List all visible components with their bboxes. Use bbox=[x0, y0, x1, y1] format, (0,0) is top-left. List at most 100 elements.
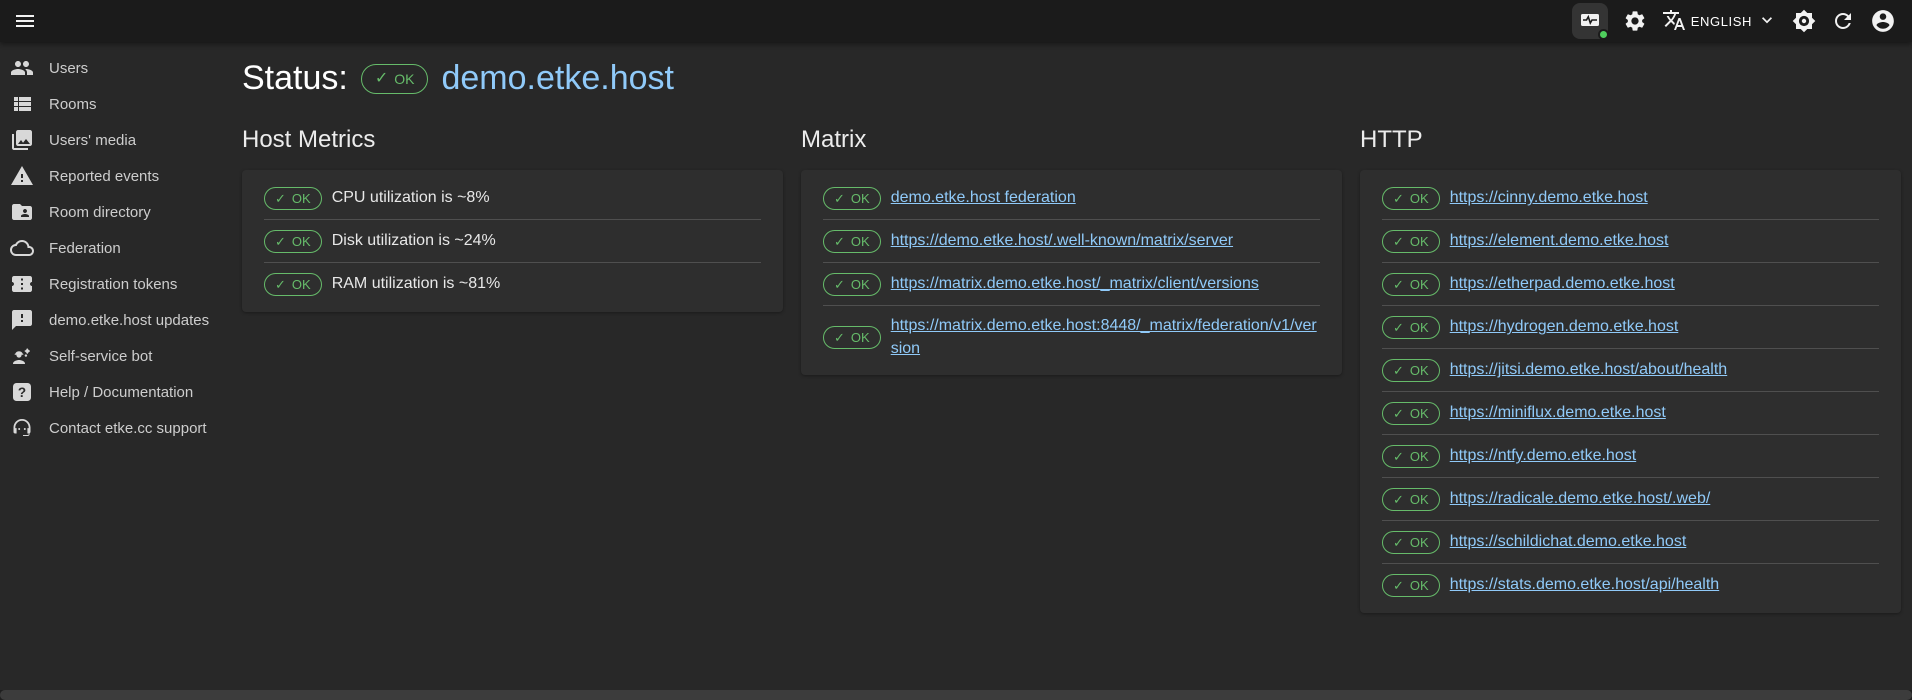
sidebar-item-users-media[interactable]: Users' media bbox=[0, 122, 242, 158]
sidebar-item-federation[interactable]: Federation bbox=[0, 230, 242, 266]
folder-shared-icon bbox=[10, 200, 34, 224]
sidebar-item-reported-events[interactable]: Reported events bbox=[0, 158, 242, 194]
check-row: ✓OKCPU utilization is ~8% bbox=[242, 177, 783, 219]
check-link[interactable]: https://hydrogen.demo.etke.host bbox=[1450, 315, 1679, 338]
sidebar-item-demo-etke-host-updates[interactable]: demo.etke.host updates bbox=[0, 302, 242, 338]
sidebar-item-help-documentation[interactable]: ?Help / Documentation bbox=[0, 374, 242, 410]
settings-gear-icon[interactable] bbox=[1623, 9, 1647, 33]
horizontal-scrollbar bbox=[0, 690, 1912, 700]
sidebar-item-label: demo.etke.host updates bbox=[49, 312, 209, 329]
section-title: Host Metrics bbox=[242, 124, 783, 156]
ok-badge: ✓OK bbox=[1382, 574, 1440, 597]
check-link[interactable]: https://jitsi.demo.etke.host/about/healt… bbox=[1450, 358, 1728, 381]
check-row: ✓OK https://ntfy.demo.etke.host bbox=[1360, 435, 1901, 477]
ok-badge-label: OK bbox=[851, 234, 870, 249]
sidebar-item-label: Self-service bot bbox=[49, 348, 152, 365]
check-row: ✓ OK https://cinny.demo.etke.host bbox=[1360, 177, 1901, 219]
help-icon: ? bbox=[10, 380, 34, 404]
ok-badge: ✓OK bbox=[1382, 488, 1440, 511]
check-icon: ✓ bbox=[1393, 192, 1404, 205]
check-icon: ✓ bbox=[1393, 536, 1404, 549]
check-link[interactable]: https://miniflux.demo.etke.host bbox=[1450, 401, 1666, 424]
sidebar-item-registration-tokens[interactable]: Registration tokens bbox=[0, 266, 242, 302]
svg-text:?: ? bbox=[18, 385, 26, 400]
ok-badge-label: OK bbox=[292, 277, 311, 292]
ok-badge-label: OK bbox=[1410, 320, 1429, 335]
chevron-down-icon bbox=[1757, 10, 1777, 33]
account-icon[interactable] bbox=[1870, 8, 1896, 34]
check-row: ✓OKRAM utilization is ~81% bbox=[242, 263, 783, 305]
check-link[interactable]: https://element.demo.etke.host bbox=[1450, 229, 1669, 252]
section-http: HTTP ✓OKhttps://cinny.demo.etke.host✓OKh… bbox=[1360, 124, 1901, 613]
ok-badge-label: OK bbox=[851, 191, 870, 206]
sidebar-item-rooms[interactable]: Rooms bbox=[0, 86, 242, 122]
sidebar-item-label: Registration tokens bbox=[49, 276, 177, 293]
ok-badge: ✓OK bbox=[1382, 445, 1440, 468]
sidebar-item-label: Reported events bbox=[49, 168, 159, 185]
check-link[interactable]: https://demo.etke.host/.well-known/matri… bbox=[891, 229, 1233, 252]
people-icon bbox=[10, 56, 34, 80]
ok-badge-label: OK bbox=[1410, 234, 1429, 249]
check-text: Disk utilization is ~24% bbox=[332, 232, 496, 250]
check-icon: ✓ bbox=[375, 71, 388, 87]
sidebar-item-label: Users' media bbox=[49, 132, 136, 149]
check-link[interactable]: https://cinny.demo.etke.host bbox=[1450, 186, 1648, 209]
warning-icon bbox=[10, 164, 34, 188]
ok-badge: ✓ OK bbox=[1382, 230, 1440, 253]
theme-brightness-icon[interactable] bbox=[1792, 9, 1816, 33]
sidebar-item-contact-etke-cc-support[interactable]: Contact etke.cc support bbox=[0, 410, 242, 446]
check-icon: ✓ bbox=[1393, 493, 1404, 506]
ok-badge-label: OK bbox=[292, 234, 311, 249]
ok-badge: ✓ OK bbox=[1382, 316, 1440, 339]
check-icon: ✓ bbox=[275, 235, 286, 248]
check-link[interactable]: https://schildichat.demo.etke.host bbox=[1450, 530, 1687, 553]
check-text: CPU utilization is ~8% bbox=[332, 189, 490, 207]
ok-badge: ✓ OK bbox=[264, 230, 322, 253]
language-selector[interactable]: ENGLISH bbox=[1662, 8, 1777, 35]
status-ok-badge: ✓ OK bbox=[361, 64, 429, 94]
language-label: ENGLISH bbox=[1691, 14, 1752, 29]
ok-badge-label: OK bbox=[1410, 191, 1429, 206]
check-link[interactable]: https://ntfy.demo.etke.host bbox=[1450, 444, 1636, 467]
ok-badge: ✓ OK bbox=[1382, 187, 1440, 210]
engineering-icon bbox=[10, 344, 34, 368]
section-matrix: Matrix ✓OKdemo.etke.host federation✓OKht… bbox=[801, 124, 1342, 613]
refresh-icon[interactable] bbox=[1831, 9, 1855, 33]
check-link[interactable]: https://etherpad.demo.etke.host bbox=[1450, 272, 1675, 295]
sidebar-item-label: Contact etke.cc support bbox=[49, 420, 207, 437]
server-status-page: ENGLISH UsersRoomsUsers' mediaReported bbox=[0, 0, 1912, 700]
ok-badge: ✓OK bbox=[1382, 531, 1440, 554]
ok-badge-label: OK bbox=[1410, 578, 1429, 593]
check-row: ✓OKhttps://matrix.demo.etke.host:8448/_m… bbox=[801, 306, 1342, 368]
monitoring-status-icon[interactable] bbox=[1572, 3, 1608, 39]
check-row: ✓ OK Disk utilization is ~24% bbox=[242, 220, 783, 262]
ok-badge: ✓ OK bbox=[823, 187, 881, 210]
ok-badge: ✓OK bbox=[823, 273, 881, 296]
horizontal-scrollbar-thumb[interactable] bbox=[0, 690, 1912, 700]
status-host-link[interactable]: demo.etke.host bbox=[441, 59, 673, 98]
check-icon: ✓ bbox=[1393, 235, 1404, 248]
sidebar-item-users[interactable]: Users bbox=[0, 50, 242, 86]
view-list-icon bbox=[10, 92, 34, 116]
check-icon: ✓ bbox=[834, 192, 845, 205]
ok-badge-label: OK bbox=[1410, 406, 1429, 421]
check-link[interactable]: demo.etke.host federation bbox=[891, 186, 1076, 209]
sidebar-item-label: Room directory bbox=[49, 204, 151, 221]
section-title: HTTP bbox=[1360, 124, 1901, 156]
check-link[interactable]: https://radicale.demo.etke.host/.web/ bbox=[1450, 487, 1711, 510]
menu-icon[interactable] bbox=[10, 6, 40, 36]
check-icon: ✓ bbox=[1393, 321, 1404, 334]
status-title: Status: bbox=[242, 59, 348, 98]
host-metrics-card: ✓OKCPU utilization is ~8%✓OKDisk utiliza… bbox=[242, 170, 783, 312]
sidebar-item-self-service-bot[interactable]: Self-service bot bbox=[0, 338, 242, 374]
check-icon: ✓ bbox=[275, 192, 286, 205]
check-row: ✓OKhttps://jitsi.demo.etke.host/about/he… bbox=[1360, 349, 1901, 391]
check-link[interactable]: https://stats.demo.etke.host/api/health bbox=[1450, 573, 1720, 596]
check-link[interactable]: https://matrix.demo.etke.host/_matrix/cl… bbox=[891, 272, 1259, 295]
ok-badge-label: OK bbox=[1410, 363, 1429, 378]
topbar-actions: ENGLISH bbox=[1572, 0, 1896, 42]
check-row: ✓OKhttps://miniflux.demo.etke.host bbox=[1360, 392, 1901, 434]
sidebar-item-room-directory[interactable]: Room directory bbox=[0, 194, 242, 230]
check-link[interactable]: https://matrix.demo.etke.host:8448/_matr… bbox=[891, 314, 1320, 360]
matrix-card: ✓OKdemo.etke.host federation✓OKhttps://d… bbox=[801, 170, 1342, 375]
